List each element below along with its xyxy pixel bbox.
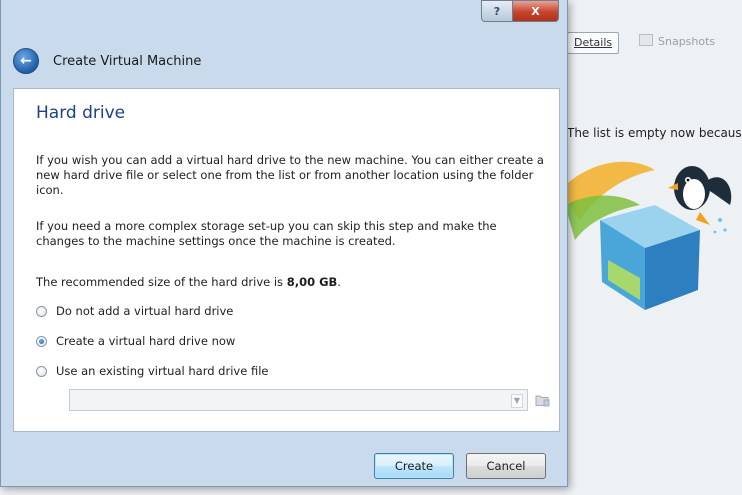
back-button[interactable]: ← (13, 48, 39, 74)
recommended-size-prefix: The recommended size of the hard drive i… (36, 275, 287, 289)
radio-label-use-existing: Use an existing virtual hard drive file (56, 364, 269, 378)
window-controls: ? X (481, 0, 559, 22)
recommended-size-suffix: . (337, 275, 341, 289)
radio-button-selected[interactable] (36, 335, 47, 347)
manager-toolbar: Details Snapshots (555, 26, 742, 60)
snapshots-tab-label: Snapshots (658, 35, 716, 48)
create-button-label: Create (394, 459, 434, 473)
snapshots-icon (639, 34, 653, 46)
chevron-down-icon[interactable]: ▼ (511, 394, 523, 408)
snapshots-tab[interactable]: Snapshots (633, 32, 721, 52)
details-tab-label: Details (574, 36, 613, 49)
back-arrow-icon: ← (20, 53, 32, 69)
wizard-header: ← Create Virtual Machine (1, 38, 567, 84)
dialog-title: Create Virtual Machine (53, 53, 202, 69)
empty-list-message: The list is empty now because (567, 126, 742, 140)
create-button[interactable]: Create (374, 453, 454, 479)
choose-file-button[interactable] (534, 391, 551, 408)
create-vm-dialog: ? X ← Create Virtual Machine Hard drive … (0, 0, 568, 487)
radio-button[interactable] (36, 305, 47, 317)
existing-file-combobox[interactable]: ▼ (69, 389, 528, 411)
help-icon: ? (493, 4, 501, 18)
close-icon: X (531, 4, 540, 18)
page-heading: Hard drive (36, 103, 126, 123)
radio-no-hard-drive[interactable]: Do not add a virtual hard drive (36, 304, 233, 318)
radio-label-no-hard-drive: Do not add a virtual hard drive (56, 304, 234, 318)
advanced-paragraph: If you need a more complex storage set-u… (36, 219, 497, 248)
details-tab[interactable]: Details (567, 32, 620, 54)
cancel-button[interactable]: Cancel (466, 453, 546, 479)
close-button[interactable]: X (513, 0, 559, 22)
virtualbox-welcome-icon (560, 161, 732, 310)
intro-paragraph: If you wish you can add a virtual hard d… (36, 153, 544, 197)
help-button[interactable]: ? (481, 0, 513, 22)
radio-label-create-hard-drive: Create a virtual hard drive now (56, 334, 236, 348)
wizard-page: Hard drive If you wish you can add a vir… (13, 88, 560, 432)
recommended-size-value: 8,00 GB (286, 275, 338, 289)
radio-use-existing[interactable]: Use an existing virtual hard drive file (36, 364, 268, 378)
radio-create-hard-drive[interactable]: Create a virtual hard drive now (36, 334, 235, 348)
recommended-size-text: The recommended size of the hard drive i… (36, 275, 341, 289)
cancel-button-label: Cancel (486, 459, 526, 473)
radio-button[interactable] (36, 365, 47, 377)
folder-icon (535, 395, 550, 406)
